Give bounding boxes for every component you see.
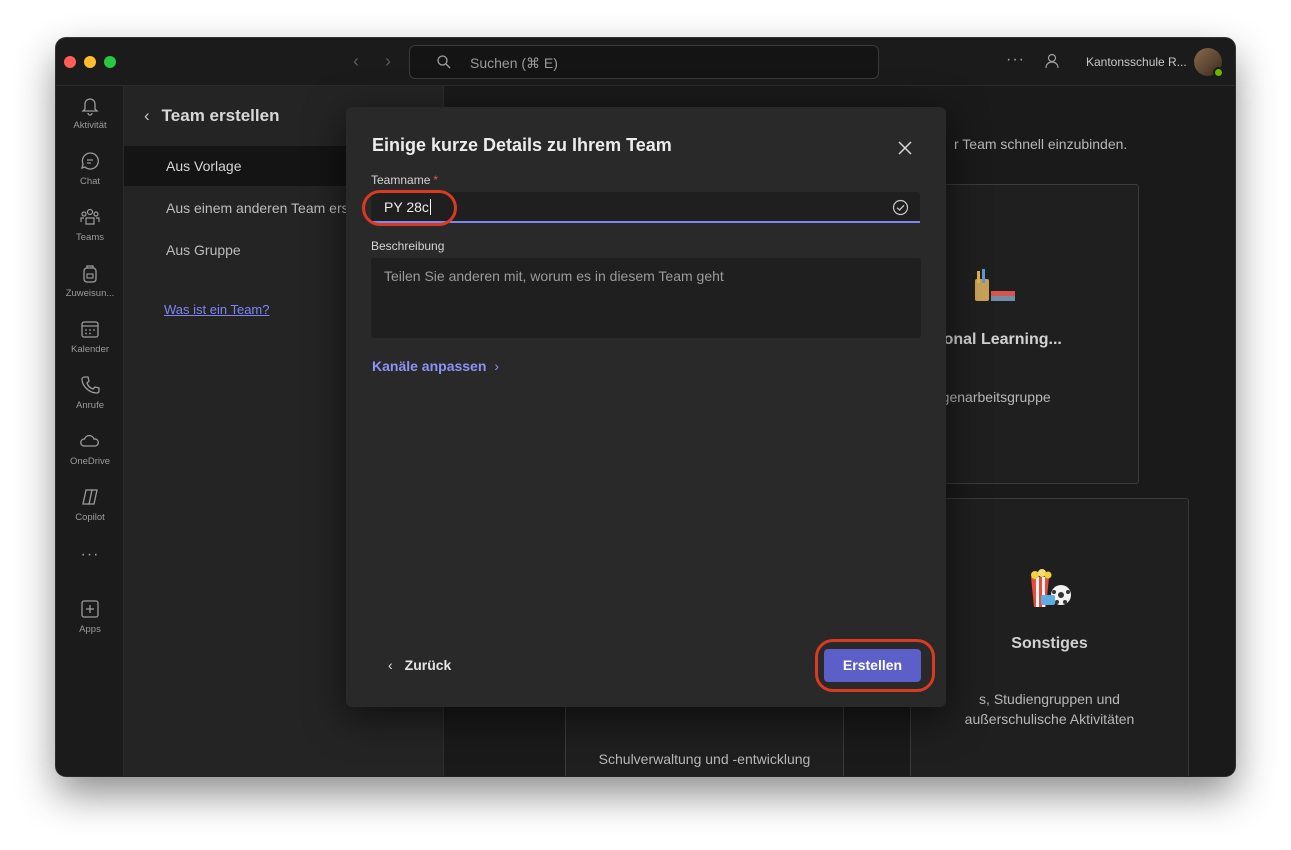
customize-channels-text: Kanäle anpassen — [372, 358, 487, 374]
close-icon[interactable] — [894, 137, 916, 159]
minimize-window-button[interactable] — [84, 56, 96, 68]
panel-title: Team erstellen — [161, 106, 280, 125]
back-button[interactable]: ‹ Zurück — [388, 657, 451, 673]
calendar-icon — [81, 321, 99, 338]
apps-icon — [81, 600, 99, 618]
rail-label: Teams — [76, 232, 104, 243]
chevron-left-icon[interactable]: ‹ — [144, 106, 150, 126]
close-window-button[interactable] — [64, 56, 76, 68]
create-button[interactable]: Erstellen — [824, 649, 921, 682]
bell-icon — [81, 98, 99, 116]
rail-item-activity[interactable]: Aktivität — [56, 94, 124, 131]
required-mark: * — [433, 173, 439, 187]
teams-window: ‹ › Suchen (⌘ E) ··· Kantonsschule R... … — [56, 38, 1235, 776]
rail-label: Anrufe — [76, 400, 104, 411]
org-name[interactable]: Kantonsschule R... — [1086, 55, 1187, 69]
rail-item-chat[interactable]: Chat — [56, 150, 124, 187]
phone-icon — [81, 376, 100, 394]
team-name-label: Teamname * — [371, 173, 438, 187]
description-textarea[interactable]: Teilen Sie anderen mit, worum es in dies… — [371, 258, 921, 338]
copilot-icon — [82, 489, 98, 505]
presence-status-icon — [1213, 67, 1224, 78]
avatar[interactable] — [1194, 48, 1224, 78]
rail-label: Kalender — [70, 344, 110, 355]
main-description: r Team schnell einzubinden. — [954, 136, 1128, 152]
team-name-label-text: Teamname — [371, 173, 431, 187]
team-name-text: PY 28c — [384, 199, 429, 215]
teams-icon — [80, 208, 100, 225]
rail-item-copilot[interactable]: Copilot — [56, 486, 124, 523]
backpack-icon — [83, 265, 97, 283]
rail-item-teams[interactable]: Teams — [56, 206, 124, 243]
team-name-input[interactable]: PY 28c — [371, 192, 920, 223]
rail-label: Aktivität — [73, 120, 107, 131]
cloud-icon — [80, 434, 99, 447]
panel-header: ‹ Team erstellen — [144, 106, 279, 126]
team-name-value: PY 28c — [384, 199, 431, 215]
app-rail: Aktivität Chat Teams Zuweisun... Kalende… — [56, 86, 124, 776]
search-bar[interactable]: Suchen (⌘ E) — [409, 45, 879, 79]
more-options-icon[interactable]: ··· — [1006, 51, 1025, 69]
card-subtitle: s, Studiengruppen und außerschulische Ak… — [964, 691, 1135, 727]
rail-item-onedrive[interactable]: OneDrive — [56, 430, 124, 467]
chat-icon — [81, 152, 99, 170]
card-subtitle: Schulverwaltung und -entwicklung — [598, 751, 811, 767]
forward-arrow-icon[interactable]: › — [378, 51, 398, 71]
rail-label: OneDrive — [69, 456, 111, 467]
description-label: Beschreibung — [371, 239, 445, 253]
rail-item-apps[interactable]: Apps — [56, 598, 124, 635]
text-caret — [429, 199, 431, 215]
more-icon: ··· — [80, 546, 100, 563]
titlebar: ‹ › Suchen (⌘ E) ··· Kantonsschule R... — [56, 38, 1235, 86]
description-placeholder: Teilen Sie anderen mit, worum es in dies… — [384, 268, 724, 284]
panel-item-from-template[interactable]: Aus Vorlage — [124, 146, 364, 186]
what-is-team-link[interactable]: Was ist ein Team? — [164, 302, 270, 317]
rail-item-calls[interactable]: Anrufe — [56, 374, 124, 411]
rail-item-calendar[interactable]: Kalender — [56, 318, 124, 355]
zoom-window-button[interactable] — [104, 56, 116, 68]
rail-item-assignments[interactable]: Zuweisun... — [56, 262, 124, 299]
search-icon — [437, 55, 451, 69]
template-card-sonstiges[interactable]: Sonstiges s, Studiengruppen und außersch… — [910, 498, 1189, 776]
rail-label: Chat — [79, 176, 101, 187]
back-button-label: Zurück — [404, 657, 452, 673]
search-placeholder: Suchen (⌘ E) — [470, 55, 558, 71]
card-title: Sonstiges — [1011, 635, 1088, 652]
chevron-left-icon: ‹ — [388, 657, 393, 673]
books-pencils-icon — [975, 269, 1015, 301]
dialog-title: Einige kurze Details zu Ihrem Team — [372, 135, 672, 155]
rail-label: Zuweisun... — [65, 288, 115, 299]
rail-item-more[interactable]: ··· — [56, 546, 124, 564]
customize-channels-link[interactable]: Kanäle anpassen › — [372, 358, 499, 374]
rail-label: Copilot — [75, 512, 105, 523]
back-arrow-icon[interactable]: ‹ — [346, 51, 366, 71]
team-details-dialog: Einige kurze Details zu Ihrem Team Teamn… — [346, 107, 946, 707]
chevron-right-icon: › — [494, 358, 500, 374]
checkmark-circle-icon — [892, 199, 909, 216]
popcorn-ball-icon — [1031, 569, 1071, 607]
people-settings-icon[interactable] — [1044, 52, 1062, 70]
rail-label: Apps — [79, 624, 101, 635]
